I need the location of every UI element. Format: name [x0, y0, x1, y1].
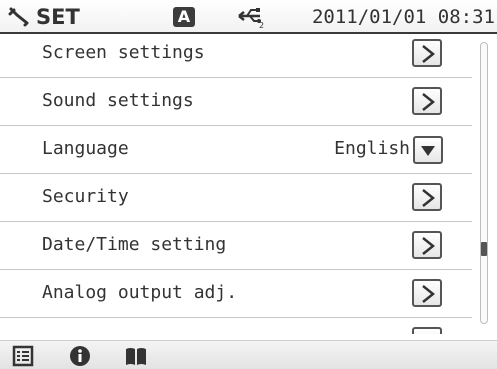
info-icon[interactable]: [69, 345, 91, 367]
datetime-setting-button[interactable]: [412, 231, 442, 259]
chevron-right-icon: [422, 189, 436, 207]
settings-list: Screen settings Sound settings Language …: [0, 34, 472, 334]
settings-row-analog-output[interactable]: Analog output adj.: [0, 270, 472, 318]
settings-row-label: Sound settings: [42, 90, 194, 111]
settings-row-label: Screen settings: [42, 42, 205, 63]
settings-row-label: Analog output adj.: [42, 282, 238, 303]
settings-row-security[interactable]: Security: [0, 174, 472, 222]
settings-row-label: Date/Time setting: [42, 234, 227, 255]
chevron-right-icon: [422, 285, 436, 303]
settings-row-label: Language: [42, 138, 129, 159]
triangle-down-icon: [421, 146, 435, 156]
mode-badge: A: [173, 7, 195, 27]
wrench-icon: [8, 7, 29, 27]
chevron-right-icon: [422, 93, 436, 111]
screen-title: SET: [36, 5, 80, 29]
language-dropdown-button[interactable]: [413, 136, 443, 164]
svg-text:2: 2: [259, 21, 264, 29]
scrollbar-thumb[interactable]: [481, 242, 487, 256]
settings-row-language[interactable]: Language English: [0, 126, 472, 174]
settings-row-label: Security: [42, 186, 129, 207]
datetime-display: 2011/01/01 08:31: [311, 6, 495, 28]
usb-icon: 2: [238, 8, 264, 29]
settings-row-screen[interactable]: Screen settings: [0, 34, 472, 78]
bottom-toolbar: [0, 340, 497, 369]
sound-settings-button[interactable]: [412, 87, 442, 115]
analog-output-button[interactable]: [412, 279, 442, 307]
book-icon[interactable]: [124, 345, 148, 367]
screen-settings-button[interactable]: [412, 39, 442, 67]
language-value: English: [334, 138, 410, 159]
list-icon[interactable]: [12, 345, 34, 367]
security-button[interactable]: [412, 183, 442, 211]
chevron-right-icon: [422, 237, 436, 255]
scrollbar-track[interactable]: [480, 42, 488, 324]
settings-row-next-partial[interactable]: [0, 318, 472, 334]
settings-row-datetime[interactable]: Date/Time setting: [0, 222, 472, 270]
settings-row-sound[interactable]: Sound settings: [0, 78, 472, 126]
chevron-right-icon: [422, 45, 436, 63]
next-row-button[interactable]: [412, 327, 442, 334]
status-bar: SET A 2 2011/01/01 08:31: [0, 0, 497, 34]
